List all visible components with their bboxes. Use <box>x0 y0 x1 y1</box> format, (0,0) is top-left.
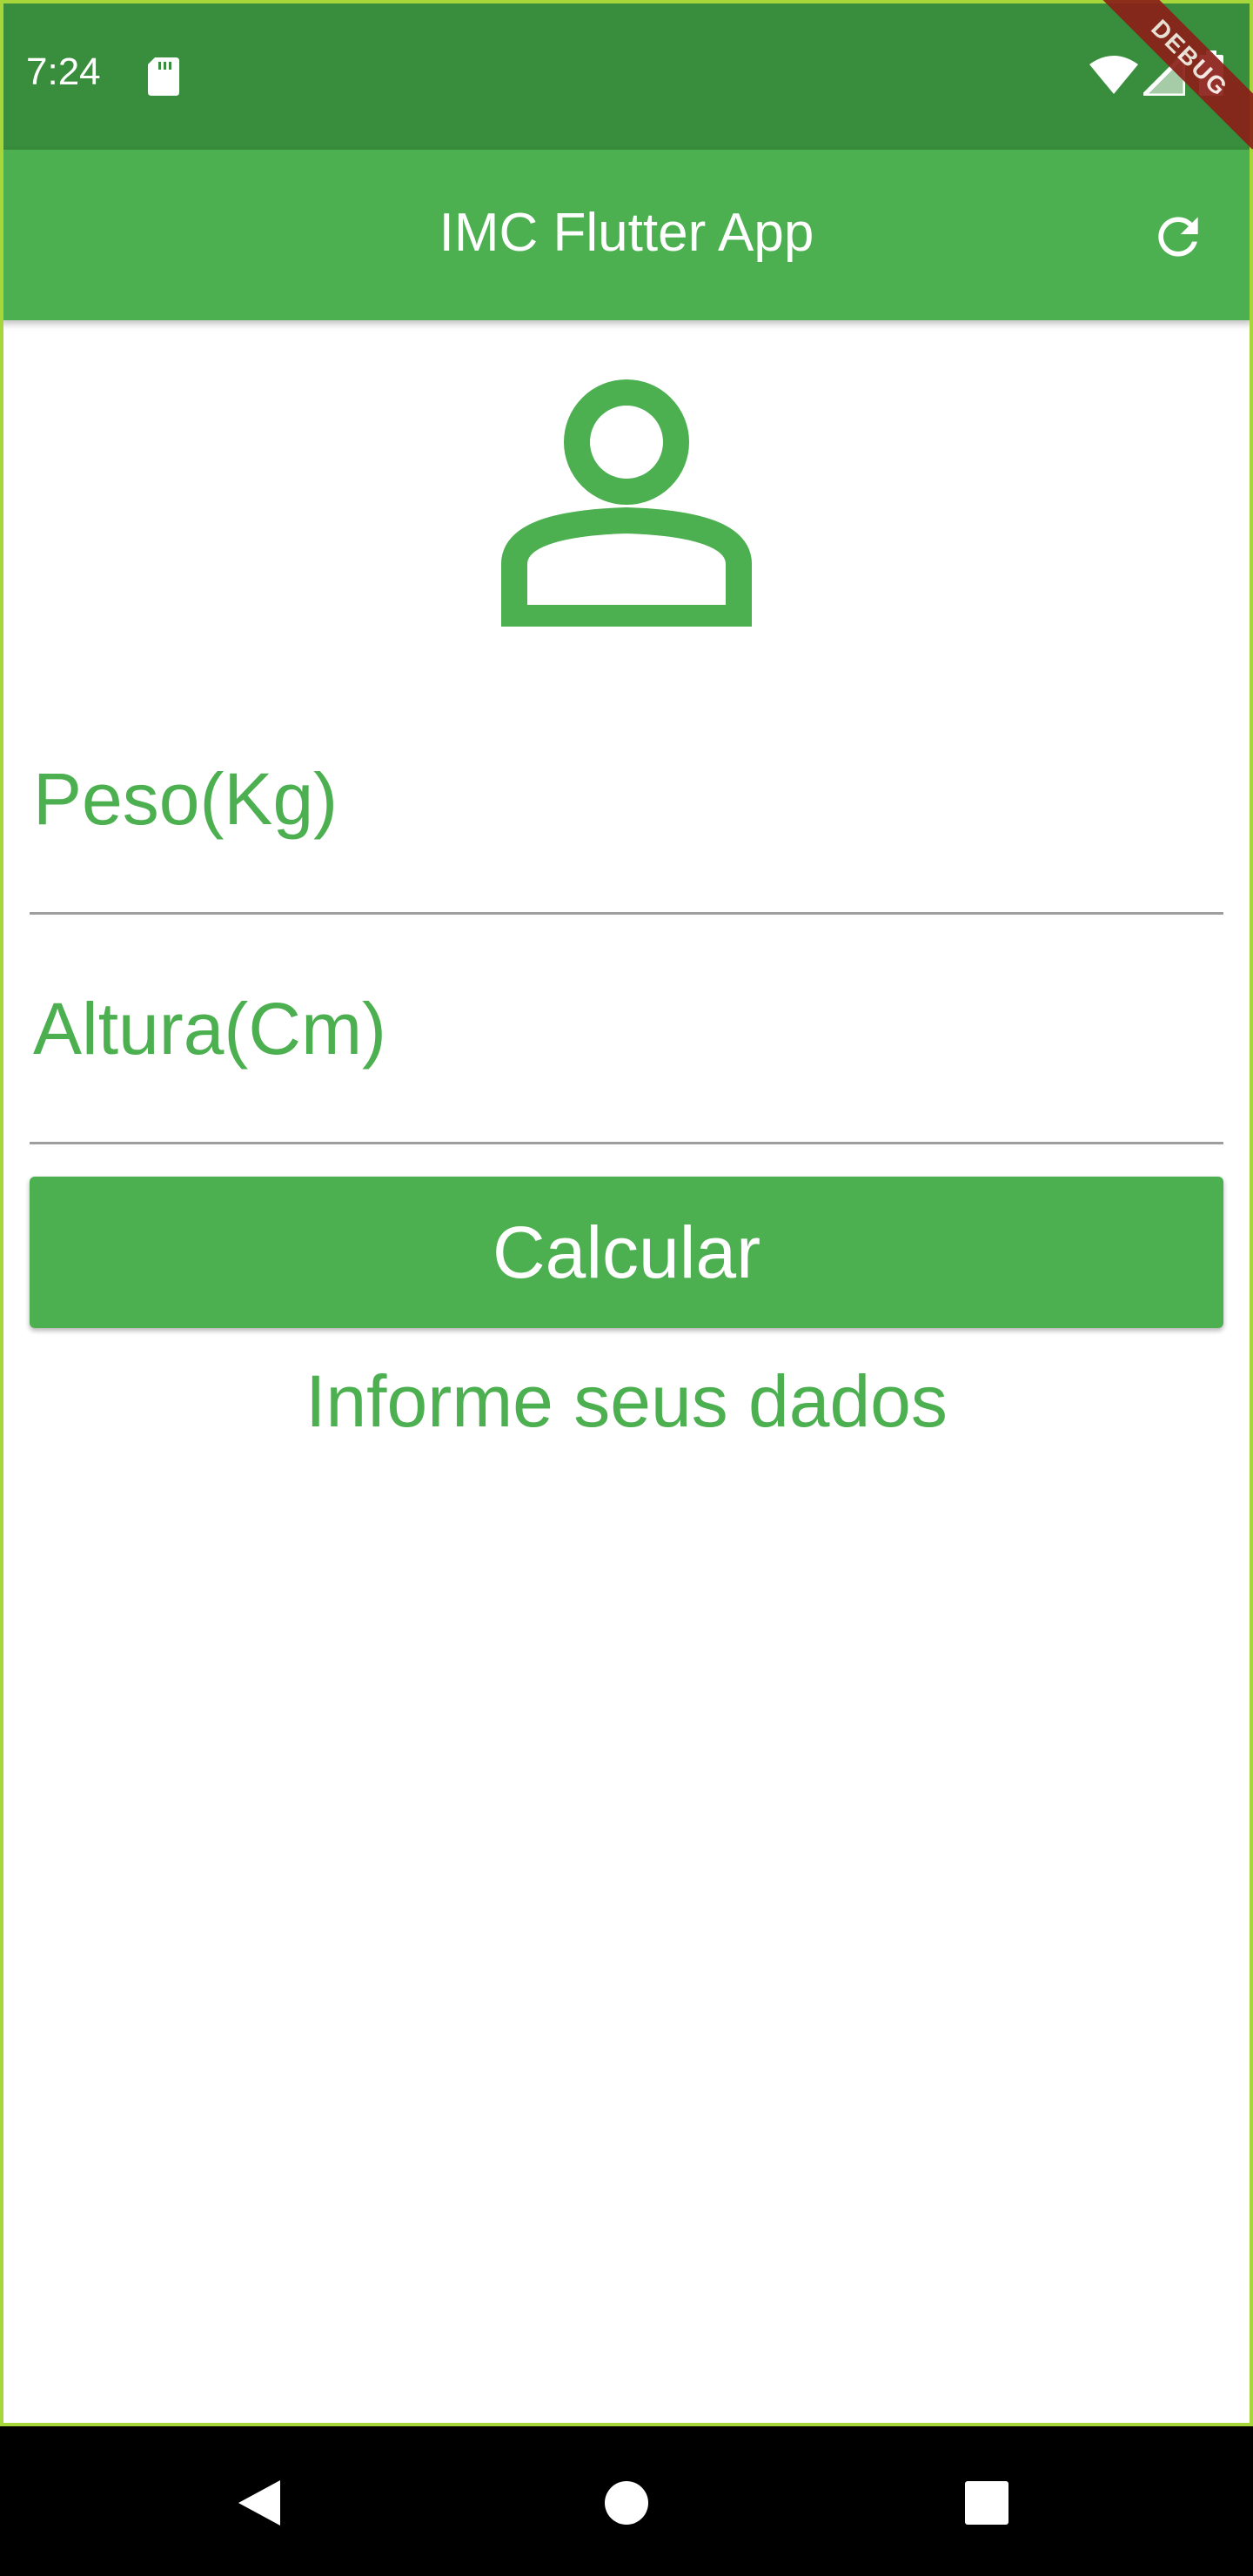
status-time: 7:24 <box>26 50 101 93</box>
weight-field[interactable]: Peso(Kg) <box>30 740 1227 920</box>
height-field[interactable]: Altura(Cm) <box>30 969 1227 1150</box>
weight-underline <box>30 912 1223 915</box>
home-icon[interactable] <box>585 2461 668 2545</box>
height-input[interactable] <box>30 969 1227 1150</box>
sd-card-icon <box>148 57 179 96</box>
recents-icon[interactable] <box>945 2461 1029 2545</box>
debug-label: DEBUG <box>1098 0 1253 150</box>
status-bar: 7:24 <box>0 0 1253 150</box>
debug-banner: DEBUG <box>1079 0 1253 174</box>
weight-input[interactable] <box>30 740 1227 920</box>
refresh-icon[interactable] <box>1149 207 1208 266</box>
app-bar: IMC Flutter App <box>0 150 1253 320</box>
height-underline <box>30 1142 1223 1144</box>
person-outline-icon <box>501 379 752 627</box>
back-icon[interactable] <box>219 2461 303 2545</box>
app-title: IMC Flutter App <box>439 203 814 263</box>
navigation-bar <box>0 2426 1253 2576</box>
app-screen: 7:24 DEBUG IMC Flutter App Peso(Kg) Altu… <box>0 0 1253 2576</box>
calculate-button[interactable]: Calcular <box>30 1177 1223 1328</box>
info-text: Informe seus dados <box>305 1360 948 1442</box>
